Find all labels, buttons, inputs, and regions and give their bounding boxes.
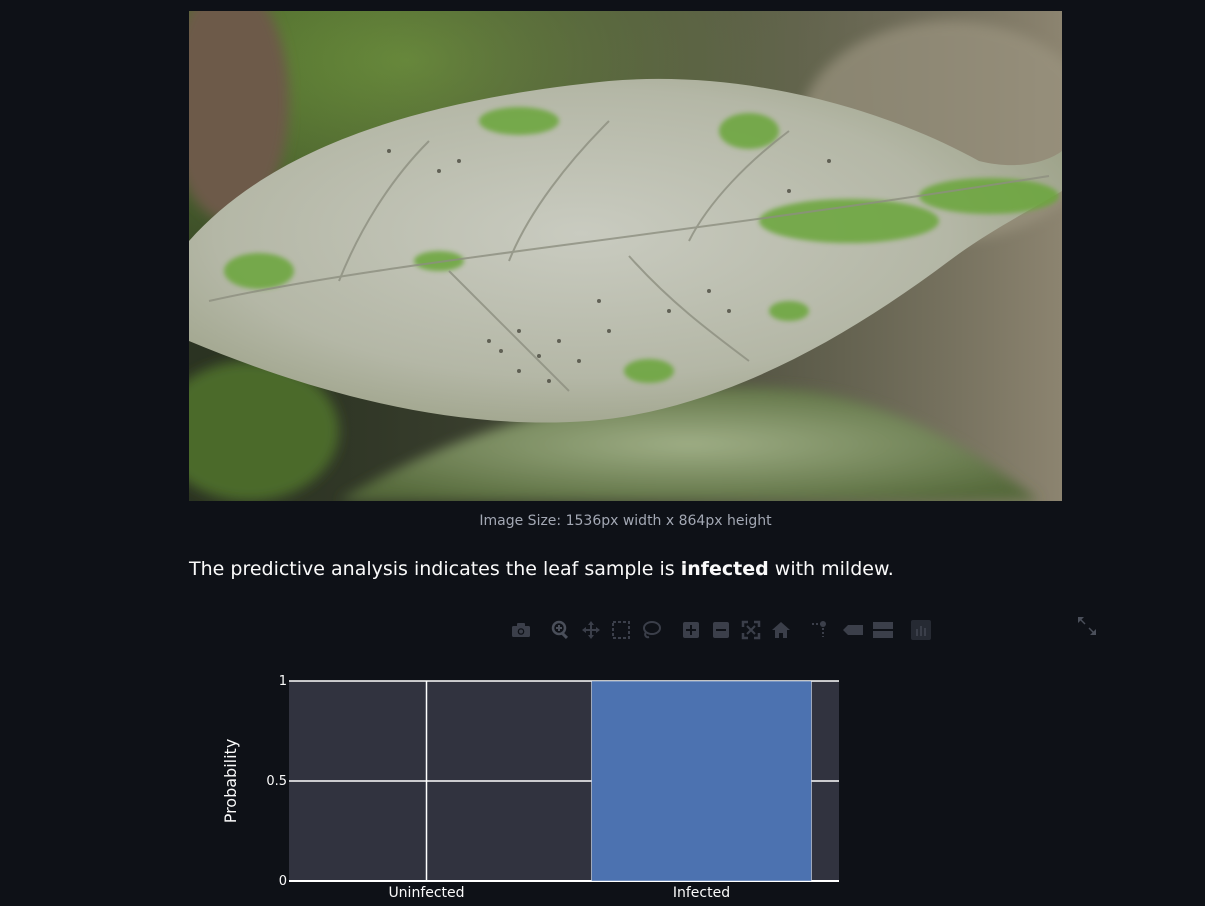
y-tick-label: 1 bbox=[279, 674, 287, 689]
lasso-select-icon[interactable] bbox=[640, 618, 662, 642]
bar-infected[interactable] bbox=[591, 680, 812, 882]
y-tick-label: 0 bbox=[279, 874, 287, 889]
autoscale-icon[interactable] bbox=[740, 618, 762, 642]
zoom-in-icon[interactable] bbox=[680, 618, 702, 642]
camera-icon[interactable] bbox=[510, 618, 532, 642]
pan-icon[interactable] bbox=[580, 618, 602, 642]
image-caption: Image Size: 1536px width x 864px height bbox=[479, 513, 772, 529]
x-tick-label: Infected bbox=[673, 885, 730, 901]
result-suffix: with mildew. bbox=[768, 558, 894, 580]
bar-layer bbox=[591, 680, 812, 882]
x-tick-label: Uninfected bbox=[388, 885, 464, 901]
reset-axes-icon[interactable] bbox=[770, 618, 792, 642]
chart-modebar bbox=[510, 618, 950, 642]
result-prefix: The predictive analysis indicates the le… bbox=[189, 558, 681, 580]
hover-compare-icon[interactable] bbox=[872, 618, 894, 642]
y-tick-label: 0.5 bbox=[266, 774, 287, 789]
probability-bar-chart: 0 0.5 1 Uninfected Infected Probability bbox=[200, 662, 880, 902]
box-select-icon[interactable] bbox=[610, 618, 632, 642]
result-emphasis: infected bbox=[680, 558, 769, 580]
plotly-logo-icon[interactable] bbox=[910, 618, 932, 642]
zoom-out-icon[interactable] bbox=[710, 618, 732, 642]
leaf-image bbox=[189, 11, 1062, 501]
hover-closest-icon[interactable] bbox=[842, 618, 864, 642]
zoom-icon[interactable] bbox=[550, 618, 572, 642]
chart-svg: 0 0.5 1 Uninfected Infected Probability bbox=[221, 674, 839, 901]
spike-lines-icon[interactable] bbox=[808, 618, 830, 642]
y-axis-title: Probability bbox=[221, 739, 240, 824]
prediction-result-text: The predictive analysis indicates the le… bbox=[189, 558, 894, 580]
expand-icon[interactable] bbox=[1076, 615, 1098, 637]
